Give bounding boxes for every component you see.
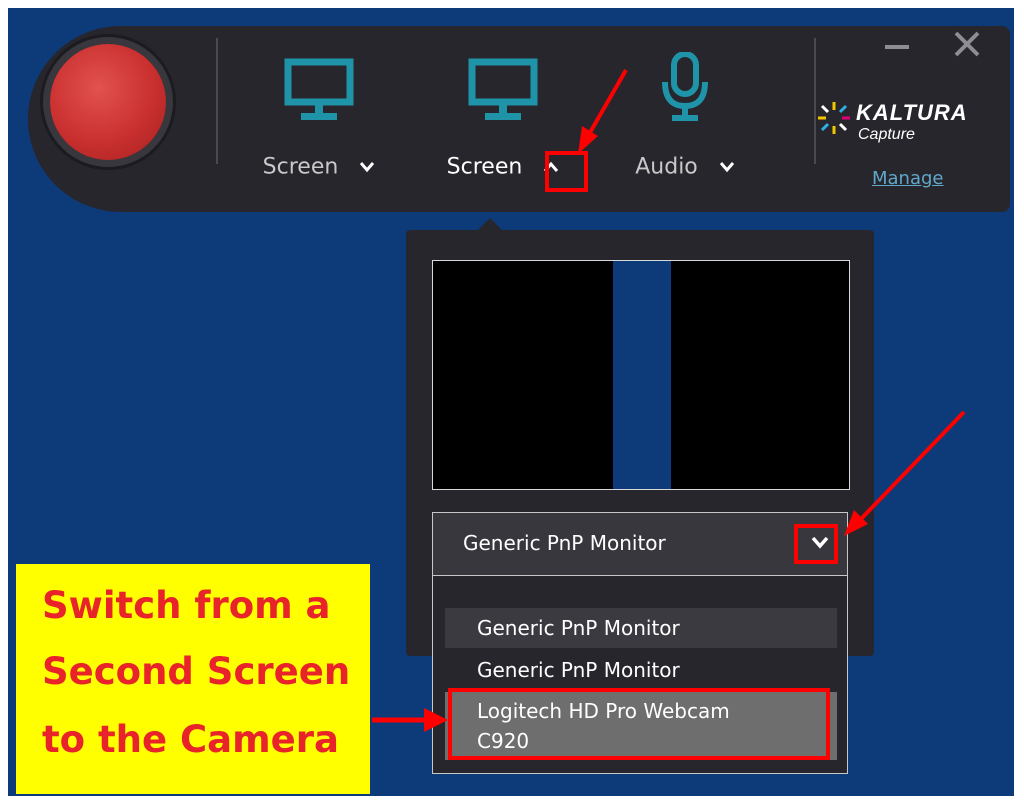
manage-link[interactable]: Manage <box>872 168 944 189</box>
chevron-down-icon[interactable] <box>359 161 375 173</box>
preview-content <box>613 261 671 489</box>
callout-line-1: Switch from a <box>42 584 331 627</box>
microphone-icon <box>662 52 708 121</box>
callout-line-3: to the Camera <box>42 718 339 761</box>
minimize-icon[interactable] <box>885 45 909 49</box>
monitor-icon <box>468 58 538 120</box>
chevron-down-highlight-box <box>794 524 838 564</box>
callout-line-2: Second Screen <box>42 650 351 693</box>
brand-subtitle: Capture <box>858 126 915 143</box>
screen-1-tool[interactable]: Screen <box>254 16 384 186</box>
close-icon[interactable] <box>953 30 981 58</box>
record-button[interactable] <box>50 44 166 160</box>
source-select-value: Generic PnP Monitor <box>463 531 666 555</box>
screen-preview <box>432 260 850 490</box>
kaltura-logo-icon <box>818 102 850 134</box>
source-select[interactable]: Generic PnP Monitor <box>432 512 848 576</box>
desktop-background: Screen Screen Audio KALTURA Capture Mana… <box>8 8 1014 796</box>
chevron-up-highlight-box <box>545 151 588 192</box>
chevron-down-icon[interactable] <box>719 161 735 173</box>
monitor-icon <box>284 58 354 120</box>
dropdown-option[interactable]: Generic PnP Monitor <box>445 608 837 648</box>
screen-2-label: Screen <box>446 154 523 180</box>
audio-tool[interactable]: Audio <box>620 16 750 186</box>
toolbar-divider <box>216 38 218 164</box>
screen-1-label: Screen <box>262 154 339 180</box>
dropdown-option[interactable]: Generic PnP Monitor <box>445 650 837 690</box>
audio-label: Audio <box>635 154 698 180</box>
instruction-callout: Switch from a Second Screen to the Camer… <box>16 564 370 794</box>
webcam-highlight-box <box>448 688 830 760</box>
brand-name: KALTURA <box>856 100 968 125</box>
